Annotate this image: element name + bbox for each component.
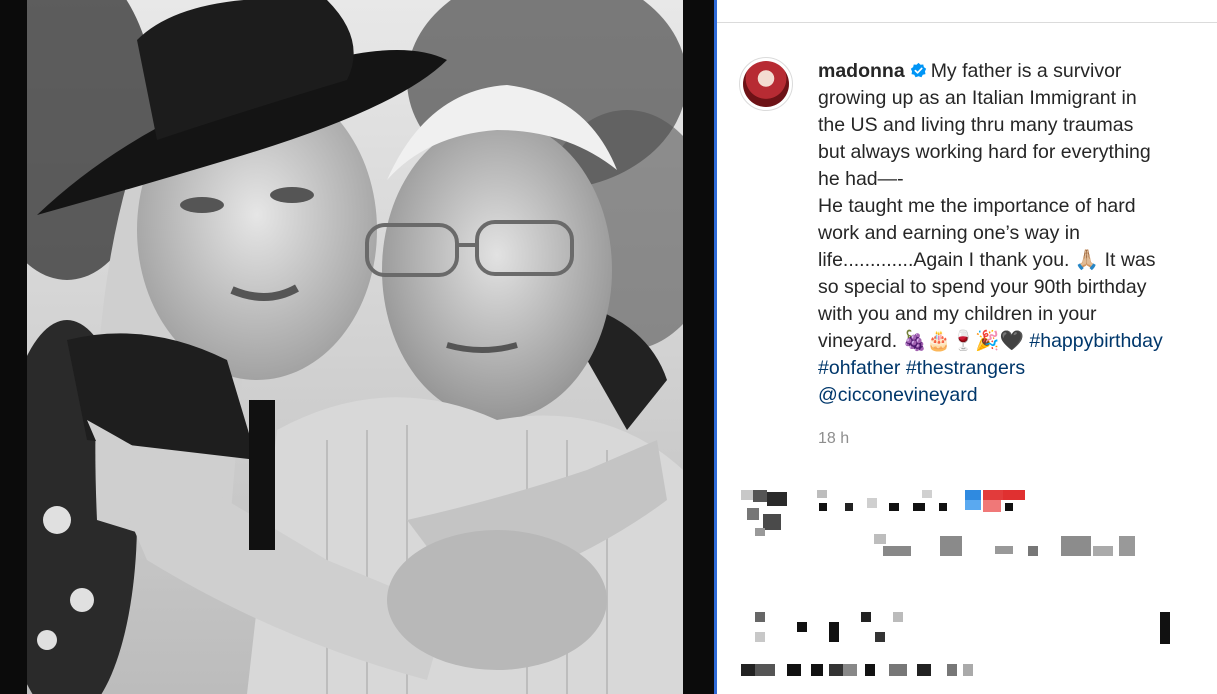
avatar[interactable] bbox=[739, 57, 793, 111]
verified-badge-icon bbox=[910, 62, 926, 78]
caption-line: My father is a survivor bbox=[930, 60, 1122, 82]
header-divider bbox=[717, 22, 1217, 23]
hashtag-link[interactable]: #happybirthday bbox=[1029, 330, 1162, 352]
caption-line: he had—- bbox=[818, 168, 904, 190]
post-photo[interactable] bbox=[27, 0, 683, 694]
mention-link[interactable]: @cicconevineyard bbox=[818, 384, 978, 406]
post-caption: madonna My father is a survivor growing u… bbox=[818, 58, 1206, 409]
avatar-image bbox=[743, 61, 789, 107]
hashtag-link[interactable]: #thestrangers bbox=[906, 357, 1025, 379]
photo-illustration bbox=[27, 0, 683, 694]
hashtag-link[interactable]: #ohfather bbox=[818, 357, 900, 379]
caption-line: the US and living thru many traumas bbox=[818, 114, 1134, 136]
caption-line: life.............Again I thank you. 🙏🏼 I… bbox=[818, 249, 1156, 271]
caption-line: with you and my children in your bbox=[818, 303, 1097, 325]
caption-line: He taught me the importance of hard bbox=[818, 195, 1136, 217]
post-timestamp[interactable]: 18 h bbox=[818, 430, 849, 448]
username-link[interactable]: madonna bbox=[818, 60, 905, 82]
caption-line: growing up as an Italian Immigrant in bbox=[818, 87, 1137, 109]
caption-line: so special to spend your 90th birthday bbox=[818, 276, 1147, 298]
caption-line: work and earning one’s way in bbox=[818, 222, 1080, 244]
post-details-pane: madonna My father is a survivor growing u… bbox=[717, 0, 1217, 694]
caption-line: but always working hard for everything bbox=[818, 141, 1151, 163]
caption-line: vineyard. 🍇🎂🍷🎉🖤 bbox=[818, 330, 1024, 352]
